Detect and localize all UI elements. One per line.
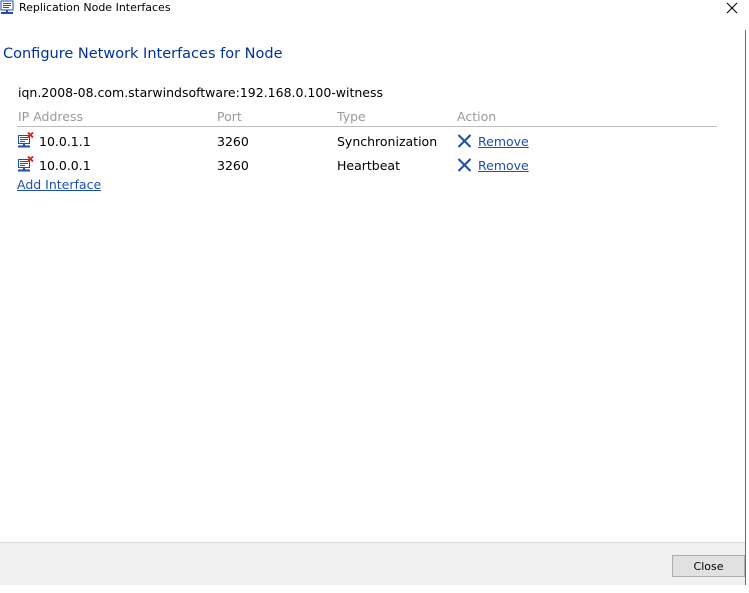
column-header-type: Type: [337, 109, 366, 124]
interface-error-icon: [18, 131, 34, 148]
column-header-ip-address: IP Address: [18, 109, 83, 124]
remove-link[interactable]: Remove: [478, 158, 529, 174]
node-name: iqn.2008-08.com.starwindsoftware:192.168…: [18, 85, 384, 100]
interface-error-icon: [18, 155, 34, 172]
table-row: 10.0.1.1 3260 Synchronization Remove: [0, 131, 749, 153]
column-header-action: Action: [457, 109, 497, 124]
page-heading: Configure Network Interfaces for Node: [3, 46, 283, 62]
remove-x-icon[interactable]: [457, 157, 472, 172]
add-interface-link[interactable]: Add Interface: [17, 177, 101, 193]
window-title: Replication Node Interfaces: [19, 1, 171, 14]
remove-x-icon[interactable]: [457, 133, 472, 148]
type-cell: Heartbeat: [337, 158, 400, 173]
network-app-icon: [0, 0, 14, 15]
header-divider: [17, 126, 717, 127]
dialog-footer: Close: [0, 542, 745, 585]
remove-link[interactable]: Remove: [478, 134, 529, 150]
type-cell: Synchronization: [337, 134, 438, 149]
port-cell: 3260: [217, 134, 249, 149]
port-cell: 3260: [217, 158, 249, 173]
ip-address-cell: 10.0.0.1: [39, 158, 91, 173]
dialog-window: Replication Node Interfaces Configure Ne…: [0, 0, 749, 593]
table-row: 10.0.0.1 3260 Heartbeat Remove: [0, 155, 749, 177]
title-bar: Replication Node Interfaces: [0, 0, 749, 16]
window-close-icon[interactable]: [724, 0, 740, 16]
close-button[interactable]: Close: [672, 555, 745, 577]
ip-address-cell: 10.0.1.1: [39, 134, 91, 149]
window-border: [745, 30, 746, 585]
column-header-port: Port: [217, 109, 242, 124]
